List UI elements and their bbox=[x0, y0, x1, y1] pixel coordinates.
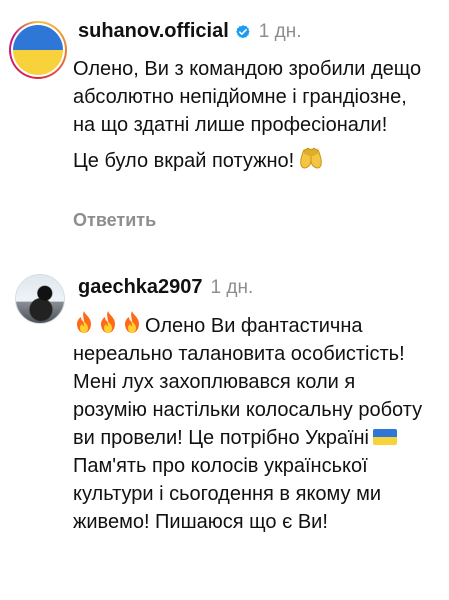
verified-badge-icon bbox=[235, 24, 250, 38]
comment-header: suhanov.official 1 дн. bbox=[78, 20, 301, 43]
comment-paragraph: Олено Ви фантастична нереально талановит… bbox=[73, 310, 433, 536]
ukraine-flag-emoji bbox=[373, 429, 397, 445]
profile-photo-avatar[interactable] bbox=[15, 274, 65, 324]
comment-body: Олено Ви фантастична нереально талановит… bbox=[73, 310, 433, 536]
inline-flag-yellow bbox=[373, 437, 397, 445]
story-ring[interactable] bbox=[9, 21, 67, 79]
comment-header: gaechka2907 1 дн. bbox=[78, 276, 253, 299]
username[interactable]: suhanov.official bbox=[78, 20, 229, 43]
comment-body: Олено, Ви з командою зробили дещо абсолю… bbox=[73, 55, 433, 175]
reply-button[interactable]: Ответить bbox=[73, 210, 156, 231]
username[interactable]: gaechka2907 bbox=[78, 276, 203, 299]
inline-flag-blue bbox=[373, 429, 397, 437]
raised-hands-emoji bbox=[300, 147, 322, 169]
comment-paragraph: Олено, Ви з командою зробили дещо абсолю… bbox=[73, 58, 422, 136]
comment-text-after-flag: Пам'ять про колосів української культури… bbox=[73, 455, 381, 533]
comment-line: Це було вкрай потужно! bbox=[73, 150, 295, 172]
comment-text-before-flag: Олено Ви фантастична нереально талановит… bbox=[73, 315, 423, 449]
fire-emoji bbox=[101, 311, 115, 333]
comment-time: 1 дн. bbox=[210, 276, 254, 298]
comment-time: 1 дн. bbox=[258, 20, 302, 42]
ukraine-flag-avatar[interactable] bbox=[13, 25, 63, 75]
fire-emoji bbox=[125, 311, 139, 333]
comment-paragraph-second: Це було вкрай потужно! bbox=[73, 147, 433, 175]
fire-emoji bbox=[77, 311, 91, 333]
